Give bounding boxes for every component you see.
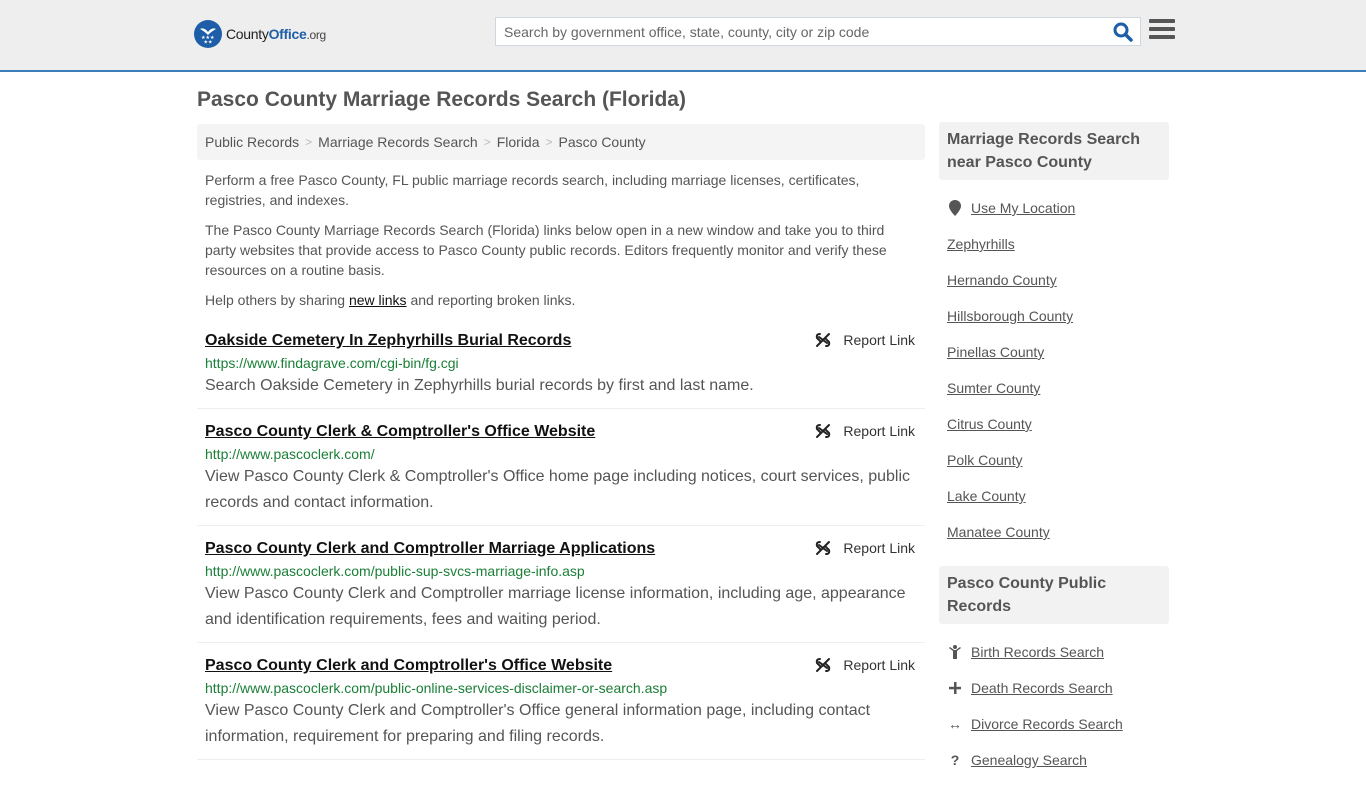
result-title-link[interactable]: Pasco County Clerk and Comptroller's Off… — [205, 655, 612, 677]
nearby-link-lake-county[interactable]: Lake County — [947, 488, 1026, 504]
main-content: Public Records > Marriage Records Search… — [197, 124, 925, 768]
result-title-link[interactable]: Oakside Cemetery In Zephyrhills Burial R… — [205, 330, 571, 352]
nearby-link-sumter-county[interactable]: Sumter County — [947, 380, 1040, 396]
report-link-button[interactable]: Report Link — [815, 423, 915, 439]
menu-bar — [1149, 27, 1175, 31]
sidebar: Marriage Records Search near Pasco Count… — [939, 122, 1169, 794]
result-description: View Pasco County Clerk and Comptroller'… — [205, 702, 871, 745]
site-header: ★★★ ★★ CountyOffice.org — [0, 0, 1366, 72]
nearby-link-zephyrhills[interactable]: Zephyrhills — [947, 236, 1015, 252]
nearby-item: Sumter County — [947, 370, 1161, 406]
public-records-item: Birth Records Search — [947, 634, 1161, 670]
divorce-records-link[interactable]: Divorce Records Search — [971, 716, 1123, 732]
intro-paragraph: Help others by sharing new links and rep… — [205, 290, 917, 310]
public-records-item: Death Records Search — [947, 670, 1161, 706]
report-link-button[interactable]: Report Link — [815, 540, 915, 556]
genealogy-search-link[interactable]: Genealogy Search — [971, 752, 1087, 768]
result-url[interactable]: http://www.pascoclerk.com/public-sup-svc… — [205, 561, 917, 581]
new-links-link[interactable]: new links — [349, 292, 407, 308]
report-link-label: Report Link — [843, 657, 915, 673]
public-records-list: Birth Records Search Death Records Searc… — [939, 624, 1169, 794]
nearby-item: Manatee County — [947, 514, 1161, 550]
intro-text: Perform a free Pasco County, FL public m… — [197, 170, 925, 310]
search-box — [495, 17, 1141, 46]
breadcrumb-pasco-county[interactable]: Pasco County — [559, 134, 646, 150]
logo-link[interactable]: ★★★ ★★ CountyOffice.org — [194, 20, 326, 48]
report-link-button[interactable]: Report Link — [815, 657, 915, 673]
page-title: Pasco County Marriage Records Search (Fl… — [197, 88, 686, 111]
nearby-item: Polk County — [947, 442, 1161, 478]
nearby-item: Lake County — [947, 478, 1161, 514]
breadcrumb-separator: > — [545, 135, 553, 149]
nearby-heading: Marriage Records Search near Pasco Count… — [939, 122, 1169, 180]
intro-paragraph: The Pasco County Marriage Records Search… — [205, 222, 887, 278]
question-icon: ? — [950, 752, 960, 768]
search-icon — [1113, 22, 1133, 42]
breadcrumb-separator: > — [483, 135, 491, 149]
cross-icon — [947, 682, 963, 694]
arrows-horizontal-icon: ↔ — [948, 716, 962, 732]
report-link-label: Report Link — [843, 423, 915, 439]
report-link-label: Report Link — [843, 540, 915, 556]
breadcrumb-public-records[interactable]: Public Records — [205, 134, 299, 150]
nearby-item: Citrus County — [947, 406, 1161, 442]
result-url[interactable]: http://www.pascoclerk.com/public-online-… — [205, 678, 917, 698]
nearby-link-pinellas-county[interactable]: Pinellas County — [947, 344, 1044, 360]
broken-link-icon — [816, 541, 831, 555]
nearby-link-citrus-county[interactable]: Citrus County — [947, 416, 1032, 432]
public-records-heading: Pasco County Public Records — [939, 566, 1169, 624]
result-item: Oakside Cemetery In Zephyrhills Burial R… — [197, 326, 925, 409]
broken-link-icon — [816, 658, 831, 672]
menu-bar — [1149, 19, 1175, 23]
breadcrumb-marriage-records-search[interactable]: Marriage Records Search — [318, 134, 478, 150]
result-title-link[interactable]: Pasco County Clerk and Comptroller Marri… — [205, 538, 655, 560]
intro-text-span: Help others by sharing — [205, 292, 349, 308]
result-url[interactable]: https://www.findagrave.com/cgi-bin/fg.cg… — [205, 353, 917, 373]
map-marker-icon — [947, 200, 963, 216]
report-link-button[interactable]: Report Link — [815, 332, 915, 348]
broken-link-icon — [816, 424, 831, 438]
use-my-location-item: Use My Location — [947, 190, 1161, 226]
result-item: Pasco County Clerk and Comptroller's Off… — [197, 651, 925, 760]
logo-text: CountyOffice.org — [226, 26, 326, 42]
hamburger-menu-button[interactable] — [1149, 19, 1175, 41]
result-description: Search Oakside Cemetery in Zephyrhills b… — [205, 377, 754, 394]
nearby-item: Zephyrhills — [947, 226, 1161, 262]
public-records-item: ↔ Divorce Records Search — [947, 706, 1161, 742]
broken-link-icon — [816, 333, 831, 347]
result-url[interactable]: http://www.pascoclerk.com/ — [205, 444, 917, 464]
result-title-link[interactable]: Pasco County Clerk & Comptroller's Offic… — [205, 421, 595, 443]
eagle-stars-icon: ★★★ ★★ — [194, 20, 222, 48]
result-description: View Pasco County Clerk & Comptroller's … — [205, 468, 911, 511]
public-records-item: ? Genealogy Search — [947, 742, 1161, 778]
nearby-link-hillsborough-county[interactable]: Hillsborough County — [947, 308, 1073, 324]
birth-records-link[interactable]: Birth Records Search — [971, 644, 1104, 660]
nearby-item: Pinellas County — [947, 334, 1161, 370]
search-button[interactable] — [1112, 21, 1134, 43]
death-records-link[interactable]: Death Records Search — [971, 680, 1113, 696]
result-description: View Pasco County Clerk and Comptroller … — [205, 585, 906, 628]
nearby-item: Hernando County — [947, 262, 1161, 298]
intro-text-span: and reporting broken links. — [406, 292, 576, 308]
use-my-location-link[interactable]: Use My Location — [971, 200, 1075, 216]
child-icon — [947, 645, 963, 659]
menu-bar — [1149, 35, 1175, 39]
svg-text:★★: ★★ — [204, 40, 213, 46]
nearby-link-hernando-county[interactable]: Hernando County — [947, 272, 1057, 288]
report-link-label: Report Link — [843, 332, 915, 348]
breadcrumb-separator: > — [305, 135, 313, 149]
breadcrumb: Public Records > Marriage Records Search… — [197, 124, 925, 160]
nearby-item: Hillsborough County — [947, 298, 1161, 334]
search-input[interactable] — [496, 18, 1096, 45]
breadcrumb-florida[interactable]: Florida — [497, 134, 540, 150]
results-list: Oakside Cemetery In Zephyrhills Burial R… — [197, 326, 925, 760]
nearby-link-manatee-county[interactable]: Manatee County — [947, 524, 1050, 540]
nearby-list: Use My Location Zephyrhills Hernando Cou… — [939, 180, 1169, 566]
result-item: Pasco County Clerk and Comptroller Marri… — [197, 534, 925, 643]
intro-paragraph: Perform a free Pasco County, FL public m… — [205, 172, 860, 208]
result-item: Pasco County Clerk & Comptroller's Offic… — [197, 417, 925, 526]
nearby-link-polk-county[interactable]: Polk County — [947, 452, 1022, 468]
